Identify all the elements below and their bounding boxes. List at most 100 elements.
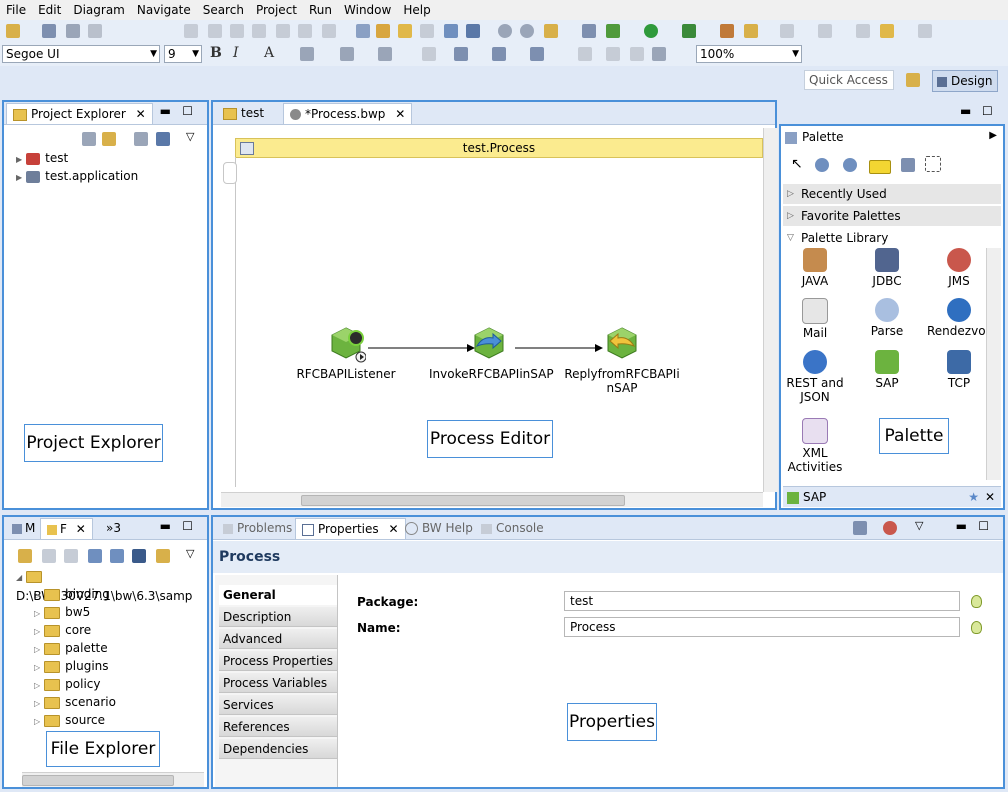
- palette-item-rest-json[interactable]: REST and JSON: [783, 350, 847, 404]
- side-tab-description[interactable]: Description: [219, 607, 337, 627]
- link-tool-icon[interactable]: [901, 158, 915, 172]
- pin-icon[interactable]: [853, 521, 867, 535]
- menu-run[interactable]: Run: [303, 3, 338, 17]
- tab-f[interactable]: F ✕: [40, 518, 93, 539]
- tab-console[interactable]: Console: [475, 518, 550, 538]
- palette-item-rendezvous[interactable]: Rendezvou: [927, 298, 991, 338]
- tool-c-icon[interactable]: [398, 24, 412, 38]
- save-icon[interactable]: [42, 24, 56, 38]
- external-tools-icon[interactable]: [720, 24, 734, 38]
- view-menu-icon[interactable]: ▽: [186, 130, 194, 143]
- side-tab-dependencies[interactable]: Dependencies: [219, 739, 337, 759]
- palette-item-parse[interactable]: Parse: [855, 298, 919, 338]
- package-field[interactable]: test: [564, 591, 960, 611]
- tree-item-palette[interactable]: ▷palette: [34, 639, 108, 657]
- next-annotation-icon[interactable]: [780, 24, 794, 38]
- search-tool-icon[interactable]: [744, 24, 758, 38]
- grid-icon[interactable]: [652, 47, 666, 61]
- italic-button[interactable]: I: [233, 45, 239, 61]
- menu-edit[interactable]: Edit: [32, 3, 67, 17]
- menu-window[interactable]: Window: [338, 3, 397, 17]
- zoom-combo[interactable]: 100% ▼: [696, 45, 802, 63]
- scroll-thumb[interactable]: [22, 775, 174, 786]
- new-icon[interactable]: [6, 24, 20, 38]
- forward-icon[interactable]: [64, 549, 78, 563]
- tool-d-icon[interactable]: [420, 24, 434, 38]
- refresh-icon[interactable]: [18, 549, 32, 563]
- tree-item-plugins[interactable]: ▷plugins: [34, 657, 109, 675]
- font-combo[interactable]: Segoe UI ▼: [2, 45, 160, 63]
- view-menu-icon[interactable]: ▽: [915, 519, 923, 532]
- side-tab-references[interactable]: References: [219, 717, 337, 737]
- activity-reply-rfcbapi[interactable]: ReplyfromRFCBAPIinSAP: [561, 324, 683, 395]
- font-color-button[interactable]: A: [264, 45, 274, 61]
- maximize-icon[interactable]: ☐: [978, 519, 989, 533]
- menu-file[interactable]: File: [0, 3, 32, 17]
- palette-scrollbar[interactable]: [986, 248, 1001, 480]
- forward-icon[interactable]: [918, 24, 932, 38]
- collapse-icon[interactable]: [110, 549, 124, 563]
- editor-vertical-scrollbar[interactable]: [763, 128, 778, 492]
- build-icon[interactable]: [544, 24, 558, 38]
- close-icon[interactable]: ✕: [985, 487, 995, 507]
- close-icon[interactable]: ✕: [388, 522, 398, 536]
- palette-item-tcp[interactable]: TCP: [927, 350, 991, 390]
- size-combo[interactable]: 9 ▼: [164, 45, 202, 63]
- size-icon[interactable]: [578, 47, 592, 61]
- palette-section-recently-used[interactable]: ▷Recently Used: [783, 184, 1001, 204]
- tab-m[interactable]: M: [6, 518, 41, 538]
- tab-bw-help[interactable]: BW Help: [399, 518, 479, 538]
- line-style-icon[interactable]: [378, 47, 392, 61]
- prev-annotation-icon[interactable]: [818, 24, 832, 38]
- gear-icon[interactable]: [520, 24, 534, 38]
- run-icon[interactable]: [644, 24, 658, 38]
- activity-rfcbapi-listener[interactable]: RFCBAPIListener: [291, 324, 401, 381]
- tool-b-icon[interactable]: [376, 24, 390, 38]
- align-icon[interactable]: [530, 47, 544, 61]
- lightbulb-icon[interactable]: [971, 595, 982, 608]
- step-into-icon[interactable]: [252, 24, 266, 38]
- tab-properties[interactable]: Properties ✕: [295, 518, 406, 539]
- menu-navigate[interactable]: Navigate: [131, 3, 197, 17]
- palette-item-sap[interactable]: SAP: [855, 350, 919, 390]
- open-perspective-icon[interactable]: [906, 73, 920, 87]
- tree-item-scenario[interactable]: ▷scenario: [34, 693, 116, 711]
- route-icon[interactable]: [606, 47, 620, 61]
- editor-horizontal-scrollbar[interactable]: [221, 492, 763, 507]
- tool-a-icon[interactable]: [356, 24, 370, 38]
- zoom-in-icon[interactable]: [815, 158, 829, 172]
- menu-diagram[interactable]: Diagram: [67, 3, 131, 17]
- palette-item-xml-activities[interactable]: XML Activities: [783, 418, 847, 474]
- select-all-icon[interactable]: [454, 47, 468, 61]
- side-tab-services[interactable]: Services: [219, 695, 337, 715]
- line-color-icon[interactable]: [340, 47, 354, 61]
- collapse-all-icon[interactable]: [82, 132, 96, 146]
- star-icon[interactable]: ★: [968, 487, 979, 507]
- tree-item-core[interactable]: ▷core: [34, 621, 91, 639]
- save-all-icon[interactable]: [66, 24, 80, 38]
- stop-icon[interactable]: [230, 24, 244, 38]
- side-tab-process-properties[interactable]: Process Properties: [219, 651, 337, 671]
- bold-button[interactable]: B: [210, 45, 222, 61]
- side-tab-advanced[interactable]: Advanced: [219, 629, 337, 649]
- arrange-icon[interactable]: [492, 47, 506, 61]
- connector-icon[interactable]: [630, 47, 644, 61]
- palette-item-java[interactable]: JAVA: [783, 248, 847, 288]
- zoom-out-icon[interactable]: [843, 158, 857, 172]
- tool-e-icon[interactable]: [444, 24, 458, 38]
- select-tool-icon[interactable]: ↖: [791, 156, 803, 172]
- minimize-icon[interactable]: ▬: [160, 519, 171, 533]
- step-return-icon[interactable]: [298, 24, 312, 38]
- tree-root[interactable]: ◢D:\BW630V27.1\bw\6.3\samp: [16, 567, 207, 585]
- filter-errors-icon[interactable]: [883, 521, 897, 535]
- tree-item-test[interactable]: ▶test: [16, 149, 68, 167]
- marquee-icon[interactable]: [925, 156, 941, 172]
- minimize-icon[interactable]: ▬: [956, 519, 967, 533]
- settings-icon[interactable]: [498, 24, 512, 38]
- tab-overflow[interactable]: »3: [100, 518, 127, 538]
- name-field[interactable]: Process: [564, 617, 960, 637]
- print-icon[interactable]: [88, 24, 102, 38]
- filter-icon[interactable]: [134, 132, 148, 146]
- back-icon[interactable]: [880, 24, 894, 38]
- menu-project[interactable]: Project: [250, 3, 303, 17]
